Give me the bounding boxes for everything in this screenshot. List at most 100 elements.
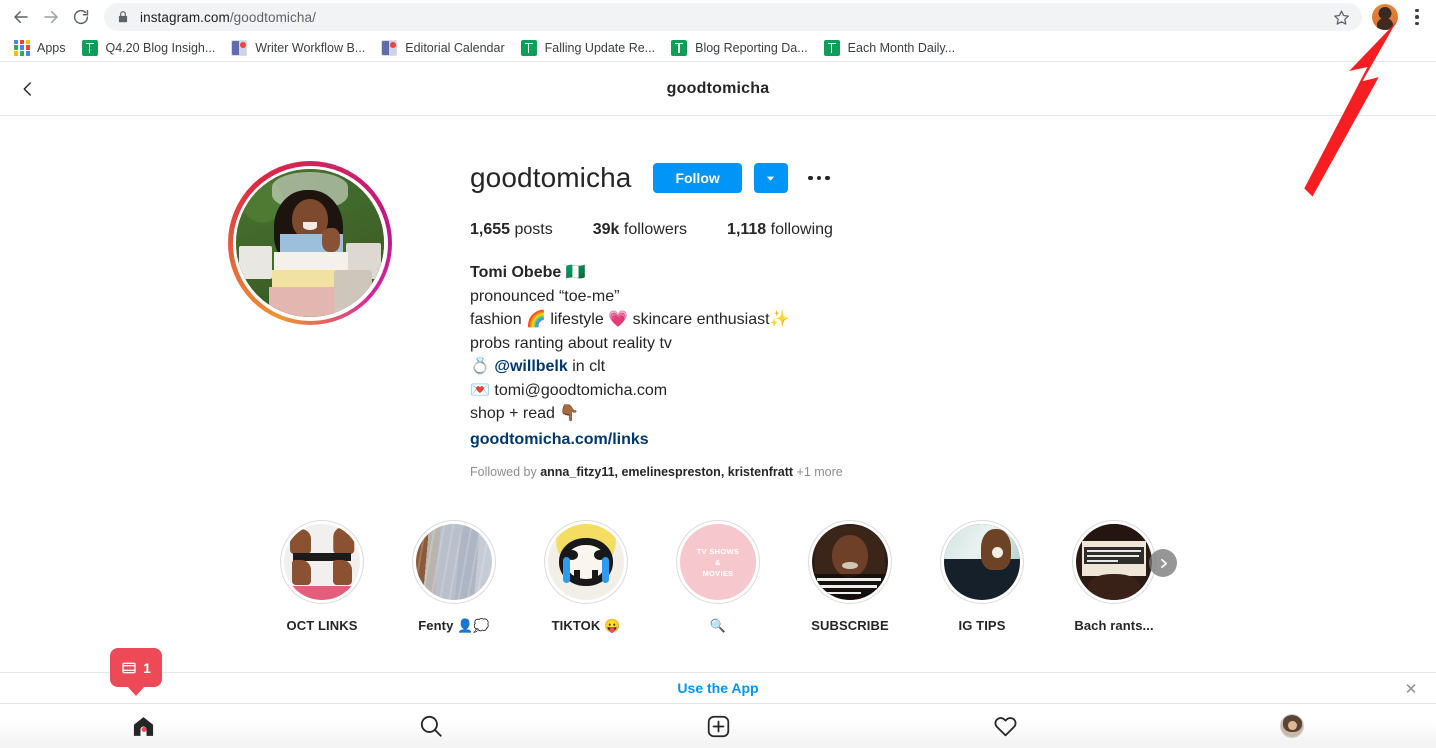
stat-posts-label: posts	[514, 221, 553, 238]
highlight-label: IG TIPS	[958, 618, 1006, 633]
chrome-profile-avatar[interactable]	[1372, 4, 1398, 30]
google-slides-icon	[231, 39, 248, 56]
highlight-label: OCT LINKS	[286, 618, 358, 633]
stat-followers-value: 39k	[592, 221, 620, 238]
highlight-ring[interactable]	[808, 520, 892, 604]
chevron-right-icon[interactable]	[1149, 549, 1177, 577]
highlight-fenty[interactable]: Fenty 👤💭	[388, 520, 520, 634]
highlight-ring[interactable]	[412, 520, 496, 604]
home-active-dot	[141, 726, 147, 732]
chrome-kebab-menu-icon[interactable]	[1404, 2, 1430, 32]
forward-icon[interactable]	[36, 2, 66, 32]
highlight-bach-rants[interactable]: Bach rants...	[1048, 520, 1180, 634]
google-sheets-icon	[671, 39, 688, 56]
story-ring[interactable]	[228, 161, 392, 325]
nav-activity[interactable]	[862, 714, 1149, 739]
story-highlights: OCT LINKS Fenty 👤💭 TIKTOK 😛 TV SHOWS & M…	[0, 520, 1436, 634]
bookmark-writer-workflow[interactable]: Writer Workflow B...	[223, 36, 373, 60]
bio-partner-line: 💍 @willbelk in clt	[470, 355, 1396, 379]
highlight-oct-links[interactable]: OCT LINKS	[256, 520, 388, 634]
highlight-cover-image	[812, 524, 888, 600]
bookmark-label: Q4.20 Blog Insigh...	[105, 40, 216, 55]
stat-following[interactable]: 1,118 following	[727, 221, 833, 239]
chevron-left-icon[interactable]	[8, 62, 48, 116]
bio-fullname-line: Tomi Obebe 🇳🇬	[470, 261, 1396, 285]
lock-icon	[118, 11, 128, 23]
followed-by-suffix[interactable]: +1 more	[793, 465, 843, 479]
stat-following-label: following	[770, 221, 833, 238]
user-avatar-icon	[1280, 714, 1305, 738]
bookmark-each-month-daily[interactable]: Each Month Daily...	[816, 36, 963, 60]
follow-dropdown-button[interactable]	[753, 163, 788, 193]
story-card-icon	[122, 662, 136, 673]
bio-external-link[interactable]: goodtomicha.com/links	[470, 428, 649, 452]
stat-posts-value: 1,655	[470, 221, 511, 238]
highlight-ring[interactable]	[544, 520, 628, 604]
highlight-ring[interactable]	[280, 520, 364, 604]
highlight-label: Fenty 👤💭	[418, 618, 490, 633]
followed-by-prefix: Followed by	[470, 465, 541, 479]
profile-picture-column	[0, 161, 470, 479]
bio-partner-handle[interactable]: @willbelk	[494, 358, 567, 375]
highlight-cover-image	[416, 524, 492, 600]
google-sheets-icon	[81, 39, 98, 56]
more-options-icon[interactable]	[802, 163, 836, 193]
highlight-label: 🔍	[709, 618, 727, 633]
google-sheets-icon	[823, 39, 840, 56]
followed-by-names[interactable]: anna_fitzy11, emelinespreston, kristenfr…	[540, 465, 793, 479]
google-sheets-icon	[520, 39, 537, 56]
url-text: instagram.com/goodtomicha/	[140, 10, 316, 25]
highlight-ring[interactable]	[1072, 520, 1177, 604]
love-letter-emoji-icon: 💌	[470, 381, 490, 399]
highlight-tiktok[interactable]: TIKTOK 😛	[520, 520, 652, 634]
highlight-ig-tips[interactable]: IG TIPS	[916, 520, 1048, 634]
address-bar[interactable]: instagram.com/goodtomicha/	[104, 3, 1362, 31]
bio-fullname: Tomi Obebe	[470, 264, 562, 281]
use-the-app-link[interactable]: Use the App	[677, 680, 758, 696]
plus-square-icon	[707, 715, 729, 737]
highlight-subscribe[interactable]: SUBSCRIBE	[784, 520, 916, 634]
bookmark-star-icon[interactable]	[1324, 3, 1358, 31]
bio-line-1: pronounced “toe-me”	[470, 287, 620, 305]
bookmark-q420-blog-insights[interactable]: Q4.20 Blog Insigh...	[74, 36, 224, 60]
close-icon[interactable]: ✕	[1400, 673, 1422, 705]
bookmark-apps[interactable]: Apps	[6, 36, 74, 60]
story-notification-badge[interactable]: 1	[110, 648, 162, 687]
profile-picture[interactable]	[236, 169, 384, 317]
cover-line-1: TV SHOWS	[696, 546, 740, 556]
back-icon[interactable]	[6, 2, 36, 32]
nav-home[interactable]	[0, 714, 287, 739]
username-row: goodtomicha Follow	[470, 161, 1396, 195]
bookmark-falling-update[interactable]: Falling Update Re...	[513, 36, 663, 60]
highlight-ring[interactable]: TV SHOWS & MOVIES	[676, 520, 760, 604]
highlight-cover-image	[944, 524, 1020, 600]
screen: instagram.com/goodtomicha/ Apps Q4.20 Bl…	[0, 0, 1436, 748]
stat-posts[interactable]: 1,655 posts	[470, 221, 553, 239]
url-path: /goodtomicha/	[229, 9, 316, 25]
ring-emoji-icon: 💍	[470, 358, 490, 375]
bookmark-blog-reporting[interactable]: Blog Reporting Da...	[663, 36, 816, 60]
highlight-ring[interactable]	[940, 520, 1024, 604]
highlight-label: SUBSCRIBE	[811, 618, 889, 633]
bookmark-editorial-calendar[interactable]: Editorial Calendar	[373, 36, 512, 60]
nav-search[interactable]	[287, 713, 574, 739]
highlight-cover-image	[548, 524, 624, 600]
cover-line-2: &	[715, 557, 721, 567]
follow-button[interactable]: Follow	[653, 163, 742, 193]
url-host: instagram.com	[140, 9, 230, 25]
stat-followers[interactable]: 39k followers	[593, 221, 687, 239]
bio-partner-suffix: in clt	[567, 358, 606, 375]
nav-profile[interactable]	[1149, 714, 1436, 738]
search-icon	[420, 715, 442, 737]
nav-new-post[interactable]	[574, 714, 861, 739]
use-the-app-bar: Use the App ✕	[0, 672, 1436, 704]
bottom-navigation	[0, 704, 1436, 748]
highlight-cover-text: TV SHOWS & MOVIES	[697, 546, 739, 579]
reload-icon[interactable]	[66, 2, 96, 32]
highlight-tv-shows-movies[interactable]: TV SHOWS & MOVIES 🔍	[652, 520, 784, 634]
bookmark-label: Writer Workflow B...	[255, 40, 366, 55]
highlight-cover-image: TV SHOWS & MOVIES	[680, 524, 756, 600]
bookmark-label: Falling Update Re...	[544, 40, 656, 55]
bio-line-3: probs ranting about reality tv	[470, 334, 672, 352]
badge-count: 1	[143, 659, 151, 676]
